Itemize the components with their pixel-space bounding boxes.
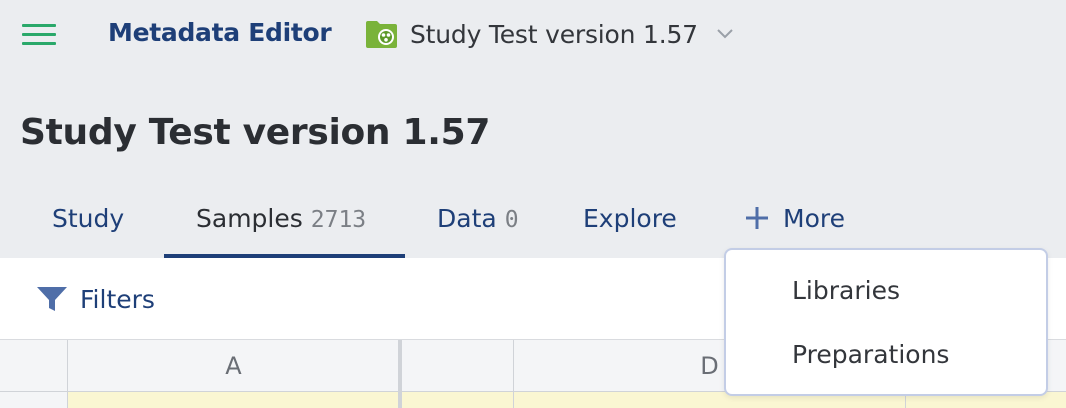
tab-label: Study [52, 204, 125, 233]
hamburger-menu-icon[interactable] [22, 24, 56, 46]
column-header-a[interactable]: A [68, 340, 400, 392]
frozen-column-divider[interactable] [398, 340, 402, 408]
tab-count: 0 [504, 207, 519, 233]
row-number-cell[interactable] [0, 392, 68, 408]
filters-button[interactable]: Filters [36, 282, 155, 316]
app-title[interactable]: Metadata Editor [108, 18, 332, 47]
tab-data[interactable]: Data 0 [437, 188, 519, 258]
table-cell[interactable] [402, 392, 514, 408]
plus-icon [746, 207, 768, 229]
tab-count: 2713 [310, 207, 367, 233]
folder-icon [366, 21, 397, 48]
filters-label: Filters [80, 284, 155, 314]
tab-explore[interactable]: Explore [583, 188, 677, 258]
tab-label: Data [437, 204, 497, 233]
menu-item-preparations[interactable]: Preparations [792, 340, 949, 369]
menu-item-libraries[interactable]: Libraries [792, 276, 900, 305]
tab-samples[interactable]: Samples 2713 [164, 188, 405, 258]
table-cell[interactable] [68, 392, 400, 408]
more-dropdown-menu: Libraries Preparations [724, 248, 1048, 396]
tab-study[interactable]: Study [52, 188, 124, 258]
study-selector[interactable]: Study Test version 1.57 [365, 14, 734, 54]
column-header[interactable] [402, 340, 514, 392]
row-number-header[interactable] [0, 340, 68, 392]
top-bar: Metadata Editor Study Test version 1.57 [0, 0, 1066, 70]
tab-label: Explore [583, 204, 677, 233]
filter-icon [37, 287, 67, 311]
tab-label: More [783, 204, 845, 233]
tab-label: Samples [196, 204, 303, 233]
chevron-down-icon[interactable] [716, 28, 734, 40]
study-selector-label: Study Test version 1.57 [410, 19, 698, 49]
page-title: Study Test version 1.57 [20, 112, 491, 153]
